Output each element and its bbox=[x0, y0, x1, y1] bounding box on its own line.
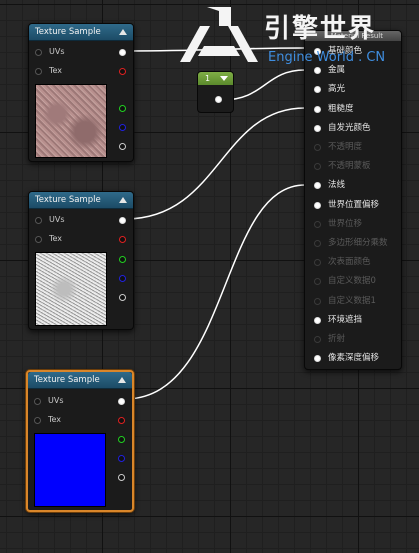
output-pin-b[interactable] bbox=[119, 124, 126, 131]
pin-row-tex: Tex bbox=[34, 413, 126, 427]
input-pin-label: 不透明度 bbox=[328, 142, 363, 152]
input-pin-label: 像素深度偏移 bbox=[328, 353, 380, 364]
constant-value: 1 bbox=[205, 74, 211, 83]
texture-sample-node-1[interactable]: Texture Sample UVs Tex bbox=[28, 23, 134, 162]
input-pin-uvs[interactable] bbox=[35, 49, 42, 56]
input-pin-label: 折射 bbox=[328, 334, 346, 344]
collapse-icon[interactable] bbox=[118, 377, 126, 383]
input-pin-label: 高光 bbox=[328, 84, 346, 95]
input-pin-label: 自发光颜色 bbox=[328, 122, 371, 133]
constant-node[interactable]: 1 bbox=[197, 71, 234, 113]
node-header[interactable]: Texture Sample bbox=[29, 192, 133, 209]
logo-subtitle: Engine World . CN bbox=[268, 50, 386, 65]
input-pin-label: 环境遮挡 bbox=[328, 314, 363, 325]
output-pin-a[interactable] bbox=[118, 474, 125, 481]
pin-label: Tex bbox=[49, 66, 63, 75]
output-pin-r[interactable] bbox=[118, 417, 125, 424]
output-pin-b[interactable] bbox=[119, 275, 126, 282]
input-pin-dot[interactable] bbox=[314, 316, 321, 324]
input-pin-dot[interactable] bbox=[314, 297, 321, 305]
pin-row-uvs: UVs bbox=[35, 213, 127, 227]
output-pin-a[interactable] bbox=[119, 294, 126, 301]
wire-texture2-to-roughness bbox=[124, 107, 306, 220]
texture-preview-noise bbox=[35, 252, 107, 326]
output-pin-r[interactable] bbox=[119, 68, 126, 75]
output-pin-rgb[interactable] bbox=[118, 398, 125, 405]
collapse-icon[interactable] bbox=[119, 197, 127, 203]
output-pin-rgb[interactable] bbox=[119, 217, 126, 224]
engine-world-mark-icon bbox=[180, 7, 258, 62]
output-pin-r[interactable] bbox=[119, 236, 126, 243]
input-pin-dot[interactable] bbox=[314, 336, 321, 343]
pin-row-uvs: UVs bbox=[35, 45, 127, 59]
input-pin-dot[interactable] bbox=[314, 86, 321, 94]
chevron-down-icon[interactable] bbox=[220, 76, 228, 81]
input-pin-dot[interactable] bbox=[314, 355, 321, 363]
output-pin-g[interactable] bbox=[119, 105, 126, 112]
node-title: Texture Sample bbox=[34, 375, 100, 385]
input-pin-label: 不透明蒙板 bbox=[328, 161, 371, 172]
wire-texture3-to-normal bbox=[124, 184, 306, 400]
collapse-icon[interactable] bbox=[119, 29, 127, 35]
input-pin-label: 法线 bbox=[328, 180, 346, 191]
input-pin-dot[interactable] bbox=[314, 240, 321, 247]
logo-title: 引擎世界 bbox=[264, 14, 377, 44]
output-pin-a[interactable] bbox=[119, 143, 126, 150]
pin-row-uvs: UVs bbox=[34, 394, 126, 408]
input-pin-label: 世界位置偏移 bbox=[328, 199, 380, 210]
node-title: Texture Sample bbox=[35, 195, 101, 205]
input-pin-label: 世界位移 bbox=[328, 218, 363, 229]
input-pin-dot[interactable] bbox=[314, 182, 321, 190]
texture-sample-node-2[interactable]: Texture Sample UVs Tex bbox=[28, 191, 134, 330]
input-pin-tex[interactable] bbox=[35, 68, 42, 75]
node-header[interactable]: Texture Sample bbox=[28, 372, 132, 389]
pin-label: UVs bbox=[49, 215, 65, 224]
input-pin-dot[interactable] bbox=[314, 259, 321, 267]
node-header[interactable]: Texture Sample bbox=[29, 24, 133, 41]
pin-label: Tex bbox=[48, 415, 62, 424]
input-pin-dot[interactable] bbox=[314, 67, 321, 75]
input-pin-label: 自定义数据0 bbox=[328, 276, 376, 287]
pin-label: UVs bbox=[49, 47, 65, 56]
input-pin-tex[interactable] bbox=[34, 417, 41, 424]
output-pin-g[interactable] bbox=[119, 256, 126, 263]
output-pin-b[interactable] bbox=[118, 455, 125, 462]
pin-label: Tex bbox=[49, 234, 63, 243]
output-pin-g[interactable] bbox=[118, 436, 125, 443]
input-pin-tex[interactable] bbox=[35, 236, 42, 243]
wire-constant-to-metallic bbox=[221, 69, 306, 101]
input-pin-dot[interactable] bbox=[314, 201, 321, 209]
input-pin-uvs[interactable] bbox=[34, 398, 41, 405]
input-pin-uvs[interactable] bbox=[35, 217, 42, 224]
input-pin-dot[interactable] bbox=[314, 124, 321, 132]
node-title: Texture Sample bbox=[35, 27, 101, 37]
input-pin-label: 多边形细分乘数 bbox=[328, 238, 388, 248]
texture-preview-brick bbox=[35, 84, 107, 158]
input-pin-dot[interactable] bbox=[314, 105, 321, 113]
input-pin-dot[interactable] bbox=[314, 278, 321, 286]
input-pin-label: 自定义数据1 bbox=[328, 295, 376, 306]
input-pin-dot[interactable] bbox=[314, 163, 321, 171]
constant-header[interactable]: 1 bbox=[198, 72, 233, 85]
texture-preview-blue bbox=[34, 433, 106, 507]
pin-label: UVs bbox=[48, 396, 64, 405]
input-pin-label: 次表面颜色 bbox=[328, 257, 371, 268]
input-pin-label: 粗糙度 bbox=[328, 103, 354, 114]
material-result-node[interactable]: Material Result 基础颜色 金属 高光 粗糙度 自发光颜色 不透明度 不透明蒙… bbox=[304, 30, 402, 370]
output-pin-rgb[interactable] bbox=[119, 49, 126, 56]
pin-row-tex: Tex bbox=[35, 64, 127, 78]
input-pin-dot[interactable] bbox=[314, 220, 321, 228]
pin-row-tex: Tex bbox=[35, 232, 127, 246]
engine-world-logo: 引擎世界 Engine World . CN bbox=[180, 4, 405, 68]
texture-sample-node-3[interactable]: Texture Sample UVs Tex bbox=[26, 370, 134, 512]
constant-output-pin[interactable] bbox=[215, 96, 222, 103]
input-pin-dot[interactable] bbox=[314, 144, 321, 151]
